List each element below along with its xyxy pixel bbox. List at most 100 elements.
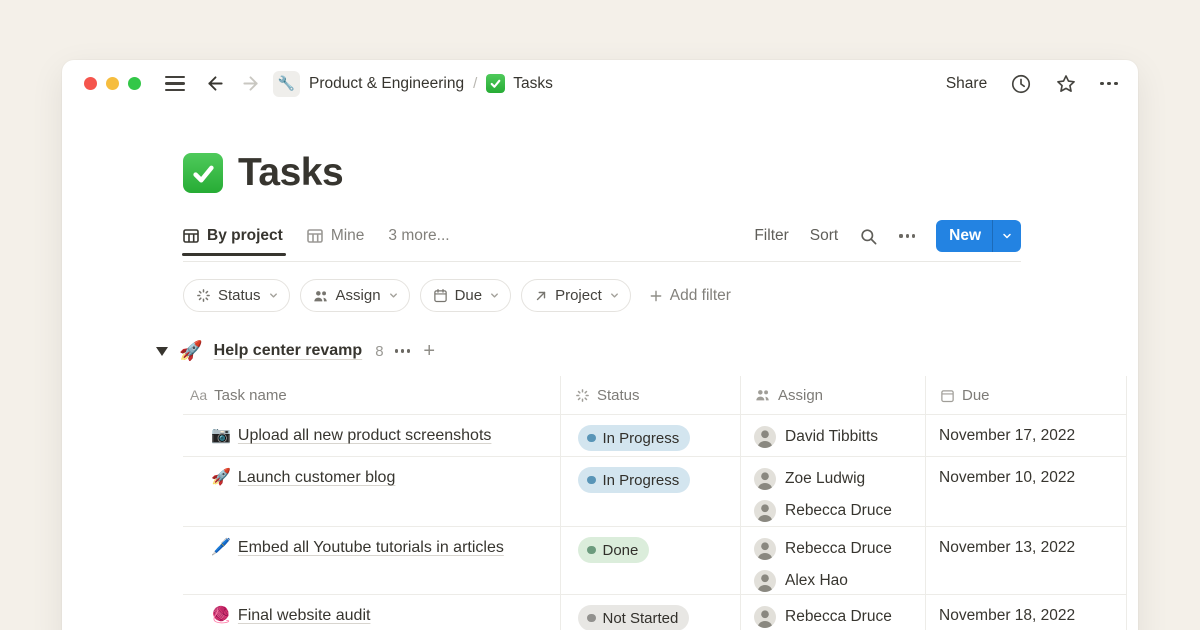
- filter-chip-due[interactable]: Due: [420, 279, 512, 312]
- yarn-icon: 🧶: [211, 607, 231, 624]
- column-label: Status: [597, 387, 640, 404]
- column-label: Due: [962, 387, 990, 404]
- status-badge[interactable]: Not Started: [578, 605, 689, 630]
- chevron-down-icon: [268, 290, 279, 301]
- breadcrumb-separator: /: [473, 75, 477, 92]
- table-header-row: Aa Task name Status Assign Due: [183, 376, 1127, 414]
- status-label: In Progress: [603, 430, 680, 447]
- new-button-label: New: [936, 227, 992, 245]
- text-type-icon: Aa: [190, 387, 207, 403]
- collapse-triangle-icon[interactable]: [156, 347, 168, 356]
- due-date-cell[interactable]: November 13, 2022: [925, 527, 1127, 597]
- status-dot: [587, 614, 596, 623]
- tab-mine[interactable]: Mine: [307, 227, 365, 245]
- task-title: Embed all Youtube tutorials in articles: [238, 539, 504, 556]
- forward-arrow-icon[interactable]: [240, 73, 261, 94]
- column-header-task-name[interactable]: Aa Task name: [183, 376, 560, 414]
- due-date: November 10, 2022: [939, 469, 1075, 486]
- group-options-icon[interactable]: [395, 349, 411, 352]
- window-titlebar: 🔧 Product & Engineering / Tasks Share: [62, 60, 1138, 107]
- share-button[interactable]: Share: [946, 75, 987, 93]
- table-view-icon: [307, 229, 323, 243]
- assignee-name: Alex Hao: [785, 572, 848, 590]
- sidebar-menu-icon[interactable]: [165, 76, 185, 91]
- assignee[interactable]: Rebecca Druce: [754, 495, 925, 527]
- view-options-icon[interactable]: [899, 234, 915, 237]
- due-date-cell[interactable]: November 17, 2022: [925, 415, 1127, 456]
- traffic-lights: [84, 77, 141, 90]
- chevron-down-icon: [489, 290, 500, 301]
- assignee-name: Zoe Ludwig: [785, 470, 865, 488]
- task-link[interactable]: 🖊️ Embed all Youtube tutorials in article…: [211, 536, 511, 560]
- status-badge[interactable]: In Progress: [578, 467, 690, 493]
- assignee-name: Rebecca Druce: [785, 502, 892, 520]
- group-title[interactable]: Help center revamp: [214, 342, 363, 360]
- clock-history-icon[interactable]: [1010, 73, 1032, 95]
- chevron-down-icon[interactable]: [993, 230, 1021, 242]
- chevron-down-icon: [388, 290, 399, 301]
- new-button[interactable]: New: [936, 220, 1021, 252]
- minimize-window-button[interactable]: [106, 77, 119, 90]
- due-date-cell[interactable]: November 18, 2022 → November 20: [925, 595, 1127, 630]
- task-link[interactable]: 🧶 Final website audit: [211, 604, 511, 628]
- column-header-assign[interactable]: Assign: [740, 376, 925, 414]
- assignee[interactable]: David Tibbitts: [754, 421, 925, 453]
- pen-icon: 🖊️: [211, 539, 231, 556]
- filter-chip-project[interactable]: Project: [521, 279, 631, 312]
- tab-by-project[interactable]: By project: [183, 227, 283, 245]
- chip-label: Project: [555, 287, 602, 304]
- avatar: [754, 468, 776, 490]
- tab-label: By project: [207, 227, 283, 245]
- task-title: Final website audit: [238, 607, 371, 624]
- close-window-button[interactable]: [84, 77, 97, 90]
- chip-label: Due: [455, 287, 483, 304]
- table-row: 🖊️ Embed all Youtube tutorials in article…: [183, 526, 1127, 594]
- sort-button[interactable]: Sort: [810, 227, 838, 245]
- status-spinner-icon: [575, 388, 590, 403]
- wrench-icon[interactable]: 🔧: [273, 71, 300, 97]
- assignee[interactable]: Rebecca Druce: [754, 533, 925, 565]
- filter-button[interactable]: Filter: [754, 227, 788, 245]
- task-link[interactable]: 📷Upload all new product screenshots: [211, 424, 511, 448]
- table-view-icon: [183, 229, 199, 243]
- task-link[interactable]: 🚀Launch customer blog: [211, 466, 511, 490]
- rocket-icon: 🚀: [211, 469, 231, 486]
- zoom-window-button[interactable]: [128, 77, 141, 90]
- status-badge[interactable]: Done: [578, 537, 649, 563]
- assignee[interactable]: Alex Hao: [754, 565, 925, 597]
- due-date-cell[interactable]: November 10, 2022: [925, 457, 1127, 527]
- column-header-due[interactable]: Due: [925, 376, 1127, 414]
- column-label: Task name: [214, 387, 287, 404]
- page-check-icon[interactable]: [183, 153, 223, 193]
- add-filter-label: Add filter: [670, 287, 731, 305]
- task-title: Upload all new product screenshots: [238, 427, 491, 444]
- filter-chip-assign[interactable]: Assign: [300, 279, 410, 312]
- more-views-link[interactable]: 3 more...: [388, 227, 449, 245]
- column-header-status[interactable]: Status: [560, 376, 740, 414]
- table-row: 🚀Launch customer blog In Progress Zoe Lu…: [183, 456, 1127, 526]
- assignee[interactable]: Zoe Ludwig: [754, 463, 925, 495]
- assignee[interactable]: Rebecca Druce: [754, 601, 925, 630]
- status-dot: [587, 476, 596, 485]
- filter-chip-status[interactable]: Status: [183, 279, 290, 312]
- due-date: November 17, 2022: [939, 427, 1075, 444]
- group-add-icon[interactable]: +: [423, 341, 435, 361]
- status-badge[interactable]: In Progress: [578, 425, 690, 451]
- avatar: [754, 500, 776, 522]
- tasks-table: Aa Task name Status Assign Due: [183, 376, 1127, 630]
- back-arrow-icon[interactable]: [205, 73, 226, 94]
- breadcrumb-workspace[interactable]: Product & Engineering: [309, 75, 464, 93]
- breadcrumb-page[interactable]: Tasks: [486, 74, 553, 93]
- due-date: November 13, 2022: [939, 539, 1075, 556]
- star-favorite-icon[interactable]: [1055, 73, 1077, 95]
- people-icon: [755, 388, 771, 402]
- more-options-icon[interactable]: [1100, 82, 1118, 86]
- tab-label: Mine: [331, 227, 365, 245]
- app-window: 🔧 Product & Engineering / Tasks Share: [62, 60, 1138, 630]
- add-filter-button[interactable]: Add filter: [649, 287, 731, 305]
- breadcrumb-page-label: Tasks: [513, 75, 553, 93]
- status-dot: [587, 546, 596, 555]
- search-icon[interactable]: [859, 227, 878, 246]
- assignee-name: David Tibbitts: [785, 428, 878, 446]
- due-date: November 18, 2022: [939, 607, 1075, 624]
